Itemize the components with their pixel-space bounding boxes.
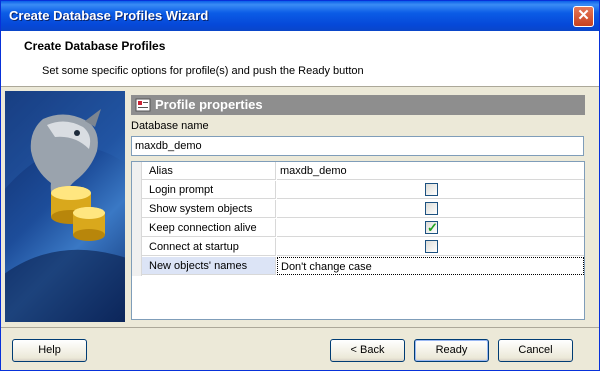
property-name: Connect at startup [142,238,276,256]
panel-header: Profile properties [131,95,585,115]
close-icon: ✕ [577,7,590,24]
title-bar[interactable]: Create Database Profiles Wizard ✕ [1,1,599,31]
window-title: Create Database Profiles Wizard [9,8,209,23]
property-name: Keep connection alive [142,219,276,237]
help-button[interactable]: Help [12,339,87,362]
profile-properties-icon [135,98,151,115]
property-name: Show system objects [142,200,276,218]
cancel-button[interactable]: Cancel [498,339,573,362]
panel-title: Profile properties [155,97,263,112]
database-name-label: Database name [131,120,209,132]
connect-at-startup-checkbox[interactable] [425,240,438,253]
property-row-alias[interactable]: Alias maxdb_demo [132,162,584,181]
row-indicator [132,162,142,181]
property-value [277,200,584,218]
header-title: Create Database Profiles [24,39,166,53]
row-indicator [132,200,142,219]
checkmark-icon: ✓ [427,220,438,235]
property-name: Login prompt [142,181,276,199]
properties-grid: Alias maxdb_demo Login prompt Show syste… [131,161,585,320]
keep-connection-alive-checkbox[interactable]: ✓ [425,220,438,235]
show-system-objects-checkbox[interactable] [425,202,438,215]
ready-button[interactable]: Ready [414,339,489,362]
property-row-new-objects-names[interactable]: New objects' names Don't change case [132,257,584,276]
property-value [277,181,584,199]
property-row-show-system-objects[interactable]: Show system objects [132,200,584,219]
property-value [277,238,584,256]
row-indicator [132,181,142,200]
property-row-login-prompt[interactable]: Login prompt [132,181,584,200]
wizard-side-image [5,91,125,322]
wizard-window: Create Database Profiles Wizard ✕ Create… [0,0,600,371]
row-indicator [132,219,142,238]
database-name-input[interactable]: maxdb_demo [131,136,584,156]
property-row-keep-connection-alive[interactable]: Keep connection alive ✓ [132,219,584,238]
property-name: New objects' names [142,257,276,275]
row-indicator [132,257,142,276]
login-prompt-checkbox[interactable] [425,183,438,196]
header-subtitle: Set some specific options for profile(s)… [42,65,364,77]
new-objects-names-field[interactable]: Don't change case [277,257,584,275]
footer-separator [1,327,599,328]
property-name: Alias [142,162,276,180]
property-value[interactable]: maxdb_demo [277,162,584,180]
dolphin-database-logo [5,91,125,322]
property-value: ✓ [277,219,584,237]
back-button[interactable]: < Back [330,339,405,362]
row-indicator [132,238,142,257]
close-button[interactable]: ✕ [573,6,594,27]
property-row-connect-at-startup[interactable]: Connect at startup [132,238,584,257]
wizard-header: Create Database Profiles Set some specif… [1,31,599,87]
